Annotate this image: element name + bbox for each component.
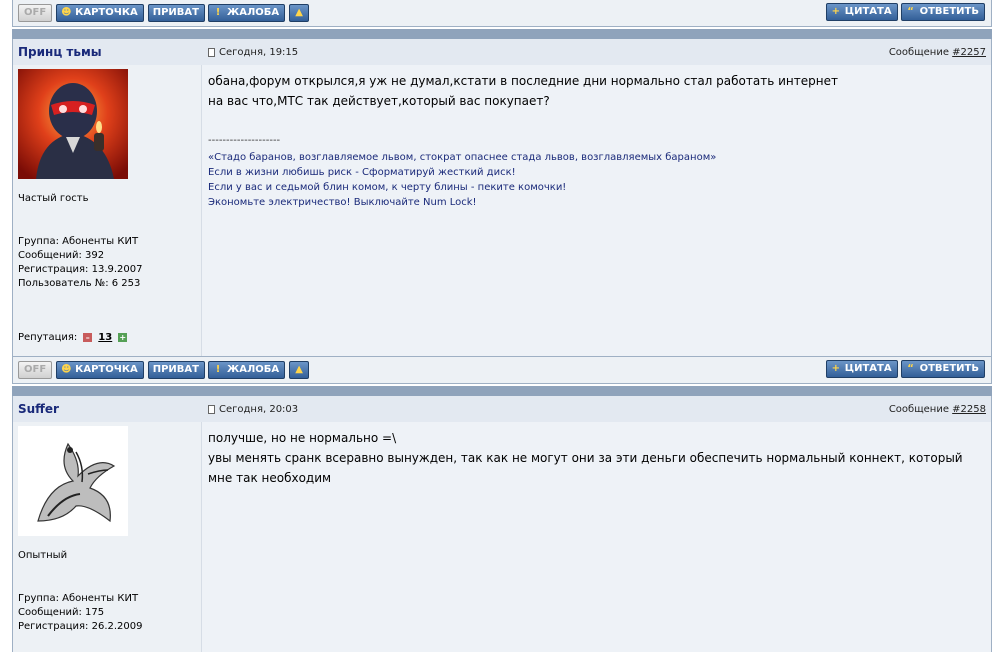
profile-card-label: КАРТОЧКА xyxy=(75,364,138,375)
author-group: Группа: Абоненты КИТ xyxy=(18,236,139,247)
post-text-line: мне так необходим xyxy=(208,471,332,485)
user-icon: ☻ xyxy=(61,364,72,375)
arrow-up-icon: ▲ xyxy=(295,7,303,18)
post-date: Сегодня, 19:15 xyxy=(219,46,299,58)
reputation-minus-icon[interactable]: – xyxy=(83,333,93,342)
forum-post: Suffer Сегодня, 20:03 Сообщение #2258 Оп… xyxy=(12,396,992,652)
post-author[interactable]: Suffer xyxy=(13,402,202,416)
reputation-plus-icon[interactable]: + xyxy=(118,333,128,342)
author-rank: Опытный xyxy=(18,550,68,561)
complaint-label: ЖАЛОБА xyxy=(227,364,280,375)
author-avatar xyxy=(18,69,128,179)
message-label: Сообщение xyxy=(888,46,949,58)
post-content: обана,форум открылся,я уж не думал,кстат… xyxy=(202,65,991,356)
complaint-button[interactable]: ! ЖАЛОБА xyxy=(208,4,286,22)
post-date: Сегодня, 20:03 xyxy=(219,403,299,415)
online-status-off: OFF xyxy=(18,361,53,379)
profile-card-button[interactable]: ☻ КАРТОЧКА xyxy=(56,4,144,22)
signature-line: Экономьте электричество! Выключайте Num … xyxy=(208,197,477,208)
quote-marks-icon: “ xyxy=(907,363,914,374)
private-message-button[interactable]: ПРИВАТ xyxy=(147,4,205,22)
author-post-count: Сообщений: 175 xyxy=(18,607,105,618)
private-label: ПРИВАТ xyxy=(152,7,199,18)
post-text-line: обана,форум открылся,я уж не думал,кстат… xyxy=(208,74,838,88)
reply-button[interactable]: “ ОТВЕТИТЬ xyxy=(900,360,985,378)
author-post-count: Сообщений: 392 xyxy=(18,250,105,261)
plus-icon: + xyxy=(831,6,840,17)
plus-icon: + xyxy=(831,363,840,374)
post-action-bar: OFF ☻ КАРТОЧКА ПРИВАТ ! ЖАЛОБА ▲ + ЦИТАТА “… xyxy=(12,356,992,384)
quote-label: ЦИТАТА xyxy=(844,6,892,17)
post-header: Принц тьмы Сегодня, 19:15 Сообщение #225… xyxy=(13,39,991,65)
author-info: Группа: Абоненты КИТ Сообщений: 175 Реги… xyxy=(18,592,196,634)
signature-line: Если у вас и седьмой блин комом, к черту… xyxy=(208,182,567,193)
scroll-top-button[interactable]: ▲ xyxy=(289,361,310,379)
quote-label: ЦИТАТА xyxy=(844,363,892,374)
message-link[interactable]: #2257 xyxy=(952,47,986,58)
post-text-line: получше, но не нормально =\ xyxy=(208,431,397,445)
author-avatar xyxy=(18,426,128,536)
message-label: Сообщение xyxy=(888,403,949,415)
scroll-top-button[interactable]: ▲ xyxy=(289,4,310,22)
post-text-line: на вас что,МТС так действует,который вас… xyxy=(208,94,550,108)
document-icon xyxy=(208,47,215,57)
signature-line: «Стадо баранов, возглавляемое львом, сто… xyxy=(208,152,717,163)
forum-post: Принц тьмы Сегодня, 19:15 Сообщение #225… xyxy=(12,39,992,356)
reputation: Репутация: – 13 + xyxy=(18,332,196,343)
reputation-value[interactable]: 13 xyxy=(98,332,112,343)
quote-button[interactable]: + ЦИТАТА xyxy=(825,3,898,21)
profile-card-label: КАРТОЧКА xyxy=(75,7,138,18)
page-right-margin xyxy=(992,0,1004,639)
exclamation-icon: ! xyxy=(215,364,221,375)
author-registered: Регистрация: 13.9.2007 xyxy=(18,264,143,275)
arrow-up-icon: ▲ xyxy=(295,364,303,375)
private-message-button[interactable]: ПРИВАТ xyxy=(147,361,205,379)
post-header: Suffer Сегодня, 20:03 Сообщение #2258 xyxy=(13,396,991,422)
post-author[interactable]: Принц тьмы xyxy=(13,45,202,59)
author-sidebar: Опытный Группа: Абоненты КИТ Сообщений: … xyxy=(13,422,202,652)
reply-button[interactable]: “ ОТВЕТИТЬ xyxy=(900,3,985,21)
message-link[interactable]: #2258 xyxy=(952,404,986,415)
complaint-button[interactable]: ! ЖАЛОБА xyxy=(208,361,286,379)
signature: -------------------- «Стадо баранов, воз… xyxy=(208,133,985,210)
reputation-label: Репутация: xyxy=(18,332,78,343)
complaint-label: ЖАЛОБА xyxy=(227,7,280,18)
author-group: Группа: Абоненты КИТ xyxy=(18,593,139,604)
signature-separator: -------------------- xyxy=(208,135,281,146)
post-content: получше, но не нормально =\ увы менять с… xyxy=(202,422,991,652)
post-text-line: увы менять сранк всеравно вынужден, так … xyxy=(208,451,963,465)
reply-label: ОТВЕТИТЬ xyxy=(919,363,979,374)
online-status-off: OFF xyxy=(18,4,53,22)
author-sidebar: Частый гость Группа: Абоненты КИТ Сообще… xyxy=(13,65,202,356)
post-separator xyxy=(12,29,992,39)
post-separator xyxy=(12,386,992,396)
reply-label: ОТВЕТИТЬ xyxy=(919,6,979,17)
private-label: ПРИВАТ xyxy=(152,364,199,375)
profile-card-button[interactable]: ☻ КАРТОЧКА xyxy=(56,361,144,379)
document-icon xyxy=(208,404,215,414)
author-rank: Частый гость xyxy=(18,193,89,204)
user-icon: ☻ xyxy=(61,7,72,18)
quote-button[interactable]: + ЦИТАТА xyxy=(825,360,898,378)
author-user-number: Пользователь №: 6 253 xyxy=(18,278,141,289)
exclamation-icon: ! xyxy=(215,7,221,18)
author-info: Группа: Абоненты КИТ Сообщений: 392 Реги… xyxy=(18,235,196,291)
author-registered: Регистрация: 26.2.2009 xyxy=(18,621,143,632)
signature-line: Если в жизни любишь риск - Сформатируй ж… xyxy=(208,167,516,178)
post-action-bar: OFF ☻ КАРТОЧКА ПРИВАТ ! ЖАЛОБА ▲ + ЦИТАТА “… xyxy=(12,0,992,27)
quote-marks-icon: “ xyxy=(907,6,914,17)
